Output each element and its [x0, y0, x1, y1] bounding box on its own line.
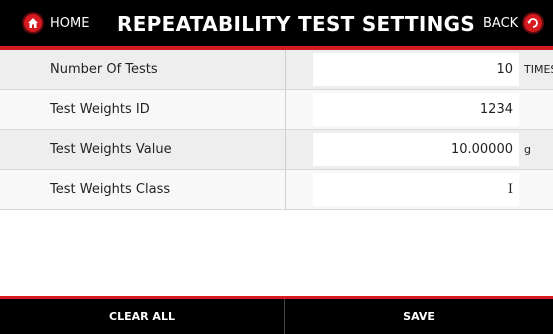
setting-label: Test Weights Value [50, 142, 172, 157]
column-divider [285, 170, 286, 210]
test-weights-class-field[interactable]: I [313, 173, 519, 206]
footer-bar: CLEAR ALL SAVE [0, 296, 553, 334]
back-icon [522, 12, 545, 34]
home-icon [22, 12, 44, 34]
back-label: BACK [483, 15, 519, 31]
home-label: HOME [50, 15, 90, 31]
page-title: REPEATABILITY TEST SETTINGS [117, 12, 476, 36]
test-weights-value-field[interactable]: 10.00000 [313, 133, 519, 166]
setting-label: Number Of Tests [50, 62, 158, 77]
clear-all-button[interactable]: CLEAR ALL [0, 299, 284, 334]
setting-row-test-weights-class: Test Weights Class I [0, 170, 553, 210]
setting-row-number-of-tests: Number Of Tests 10 TIMES [0, 50, 553, 90]
settings-list: Number Of Tests 10 TIMES Test Weights ID… [0, 50, 553, 210]
setting-row-test-weights-value: Test Weights Value 10.00000 g [0, 130, 553, 170]
test-weights-id-field[interactable]: 1234 [313, 93, 519, 126]
unit-label: TIMES [524, 63, 553, 76]
home-button[interactable]: HOME [22, 11, 89, 35]
unit-label: g [524, 143, 531, 156]
save-button[interactable]: SAVE [285, 299, 553, 334]
column-divider [285, 50, 286, 90]
column-divider [285, 90, 286, 130]
setting-label: Test Weights Class [50, 182, 171, 197]
back-button[interactable]: BACK [483, 11, 545, 35]
column-divider [285, 130, 286, 170]
header-bar: HOME REPEATABILITY TEST SETTINGS BACK [0, 0, 553, 46]
setting-row-test-weights-id: Test Weights ID 1234 [0, 90, 553, 130]
number-of-tests-field[interactable]: 10 [313, 53, 519, 86]
setting-label: Test Weights ID [50, 102, 150, 117]
